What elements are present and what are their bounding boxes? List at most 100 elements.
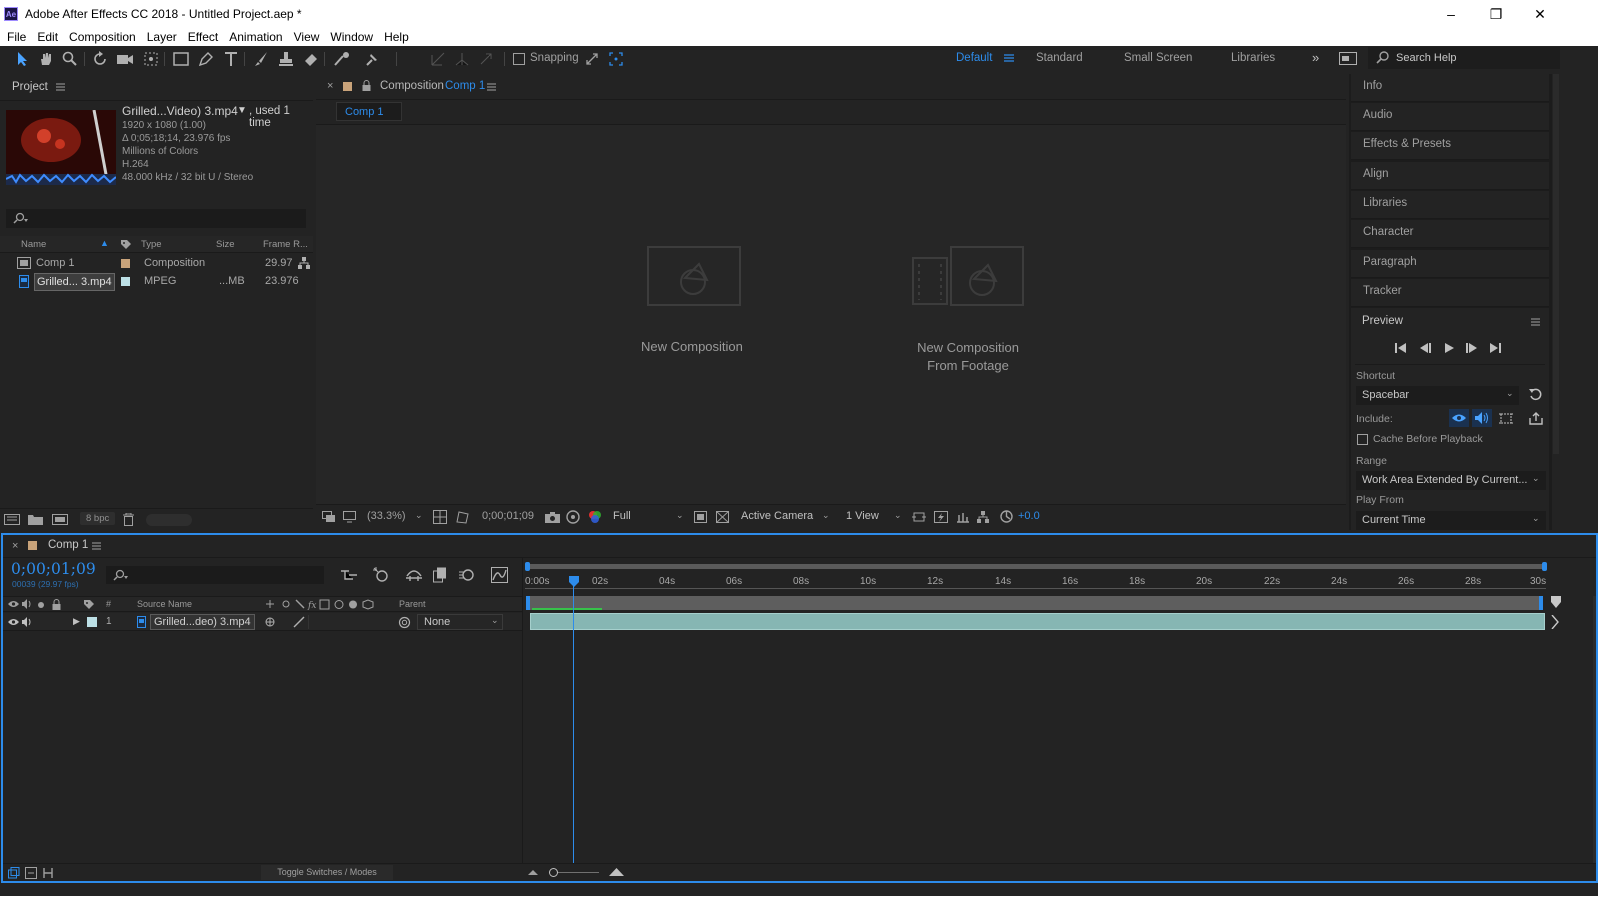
snap-edges-icon[interactable] bbox=[582, 49, 602, 69]
collapse-transform-switch-icon[interactable] bbox=[264, 616, 276, 628]
align-panel-tab[interactable]: Align bbox=[1351, 162, 1549, 190]
interpret-footage-icon[interactable] bbox=[4, 514, 20, 525]
quality-switch-icon[interactable] bbox=[293, 616, 305, 628]
lock-icon[interactable] bbox=[362, 80, 371, 91]
menu-window[interactable]: Window bbox=[330, 30, 373, 44]
timeline-tab[interactable]: Comp 1 bbox=[48, 539, 88, 551]
audio-speaker-icon[interactable] bbox=[22, 599, 33, 609]
resolution-dropdown[interactable]: Full bbox=[613, 510, 631, 522]
workspace-menu-icon[interactable] bbox=[1004, 53, 1014, 63]
menu-effect[interactable]: Effect bbox=[188, 30, 218, 44]
reset-exposure-icon[interactable] bbox=[1000, 510, 1013, 523]
menu-file[interactable]: File bbox=[7, 30, 26, 44]
new-comp-from-footage-icon[interactable] bbox=[912, 246, 1024, 306]
time-navigator-start-handle[interactable] bbox=[525, 562, 530, 571]
external-video-icon[interactable] bbox=[1529, 412, 1543, 425]
zoom-tool-icon[interactable] bbox=[60, 49, 80, 69]
rotation-tool-icon[interactable] bbox=[90, 49, 110, 69]
timeline-zoom-slider-knob[interactable] bbox=[549, 868, 558, 877]
layer-label-swatch[interactable] bbox=[87, 617, 97, 627]
chevron-down-icon[interactable]: ⌄ bbox=[822, 510, 830, 521]
reset-icon[interactable] bbox=[1529, 388, 1542, 401]
previous-frame-icon[interactable] bbox=[1419, 342, 1431, 354]
magnification-dropdown[interactable]: (33.3%) bbox=[367, 510, 406, 522]
close-button[interactable]: ✕ bbox=[1517, 0, 1563, 28]
workspace-small-screen[interactable]: Small Screen bbox=[1124, 52, 1192, 64]
panel-menu-icon[interactable] bbox=[92, 542, 101, 550]
type-tool-icon[interactable] bbox=[221, 49, 241, 69]
comp-navigator-tab[interactable]: Comp 1 bbox=[336, 102, 402, 121]
tracker-panel-tab[interactable]: Tracker bbox=[1351, 279, 1549, 307]
time-ruler[interactable]: 0:00s 02s 04s 06s 08s 10s 12s 14s 16s 18… bbox=[525, 558, 1596, 596]
axis-view-icon[interactable] bbox=[476, 49, 496, 69]
paragraph-panel-tab[interactable]: Paragraph bbox=[1351, 250, 1549, 278]
hand-tool-icon[interactable] bbox=[36, 49, 56, 69]
footage-dropdown-icon[interactable]: ▼ bbox=[237, 105, 247, 116]
project-search-input[interactable] bbox=[6, 209, 306, 228]
character-panel-tab[interactable]: Character bbox=[1351, 220, 1549, 248]
trash-icon[interactable] bbox=[123, 513, 134, 526]
project-item-row[interactable]: Grilled... 3.mp4 MPEG ...MB 23.976 bbox=[1, 273, 313, 291]
draft-3d-icon[interactable] bbox=[373, 567, 390, 583]
composition-tab-prefix[interactable]: Composition bbox=[380, 80, 444, 92]
puppet-pin-tool-icon[interactable] bbox=[362, 49, 382, 69]
frame-blending-icon[interactable] bbox=[433, 567, 447, 583]
label-tag-icon[interactable] bbox=[120, 239, 132, 250]
new-folder-icon[interactable] bbox=[28, 514, 43, 525]
menu-edit[interactable]: Edit bbox=[37, 30, 58, 44]
audio-speaker-icon[interactable] bbox=[22, 617, 33, 627]
panel-menu-icon[interactable] bbox=[487, 83, 496, 91]
sort-ascending-icon[interactable]: ▲ bbox=[100, 238, 109, 248]
col-source-name[interactable]: Source Name bbox=[137, 599, 192, 609]
restore-button[interactable]: ❐ bbox=[1473, 0, 1519, 28]
col-type[interactable]: Type bbox=[141, 239, 162, 250]
info-panel-tab[interactable]: Info bbox=[1351, 74, 1549, 102]
label-color-swatch[interactable] bbox=[121, 277, 130, 286]
toggle-switches-modes-button[interactable]: Toggle Switches / Modes bbox=[261, 865, 393, 880]
preview-title[interactable]: Preview bbox=[1362, 315, 1403, 327]
panel-menu-icon[interactable] bbox=[56, 83, 65, 91]
video-eye-icon[interactable] bbox=[8, 600, 19, 608]
fast-preview-icon[interactable] bbox=[934, 511, 948, 523]
transparency-grid-icon[interactable] bbox=[716, 511, 729, 523]
search-help-input[interactable]: Search Help bbox=[1396, 52, 1457, 64]
layer-switches-pane-icon[interactable] bbox=[8, 867, 20, 879]
toggle-pixel-aspect-icon[interactable] bbox=[912, 511, 926, 523]
monitor-icon[interactable] bbox=[343, 511, 356, 523]
channel-rgb-icon[interactable] bbox=[588, 510, 602, 524]
selection-tool-icon[interactable] bbox=[12, 49, 32, 69]
zoom-out-mountain-icon[interactable] bbox=[528, 867, 538, 876]
minimize-button[interactable]: – bbox=[1428, 0, 1474, 28]
comp-end-marker-icon[interactable] bbox=[1550, 596, 1562, 610]
new-comp-from-footage-button[interactable]: New Composition From Footage bbox=[906, 339, 1030, 375]
eraser-tool-icon[interactable] bbox=[301, 49, 321, 69]
new-composition-icon[interactable] bbox=[52, 514, 68, 525]
menu-help[interactable]: Help bbox=[384, 30, 409, 44]
playhead-handle[interactable] bbox=[569, 576, 579, 587]
audio-panel-tab[interactable]: Audio bbox=[1351, 103, 1549, 131]
sync-settings-icon[interactable] bbox=[1339, 52, 1357, 65]
thumbnail-zoom-slider[interactable] bbox=[146, 514, 192, 526]
graph-editor-icon[interactable] bbox=[491, 567, 508, 583]
new-composition-button[interactable]: New Composition bbox=[641, 339, 743, 354]
include-audio-toggle[interactable] bbox=[1472, 409, 1492, 427]
always-preview-icon[interactable] bbox=[322, 511, 336, 523]
snap-features-icon[interactable] bbox=[606, 49, 626, 69]
bit-depth-button[interactable]: 8 bpc bbox=[80, 512, 116, 525]
composition-mini-flowchart-icon[interactable] bbox=[341, 569, 357, 581]
time-navigator-end-handle[interactable] bbox=[1542, 562, 1547, 571]
search-help-box[interactable]: Search Help bbox=[1368, 47, 1560, 69]
show-snapshot-icon[interactable] bbox=[566, 510, 580, 524]
close-tab-icon[interactable]: × bbox=[327, 80, 333, 92]
first-frame-icon[interactable] bbox=[1395, 342, 1407, 354]
shy-layers-icon[interactable] bbox=[406, 568, 422, 582]
timeline-scrollbar[interactable] bbox=[1593, 596, 1596, 864]
chevron-down-icon[interactable]: ⌄ bbox=[415, 510, 423, 521]
view-layout-dropdown[interactable]: 1 View bbox=[846, 510, 879, 522]
chevron-down-icon[interactable]: ⌄ bbox=[894, 510, 902, 521]
timeline-current-time[interactable]: 0;00;01;09 bbox=[11, 560, 96, 578]
chevron-down-icon[interactable]: ⌄ bbox=[676, 510, 684, 521]
col-frame-rate[interactable]: Frame R... bbox=[263, 239, 308, 250]
in-out-pane-icon[interactable] bbox=[42, 867, 54, 879]
close-tab-icon[interactable]: × bbox=[12, 540, 18, 552]
